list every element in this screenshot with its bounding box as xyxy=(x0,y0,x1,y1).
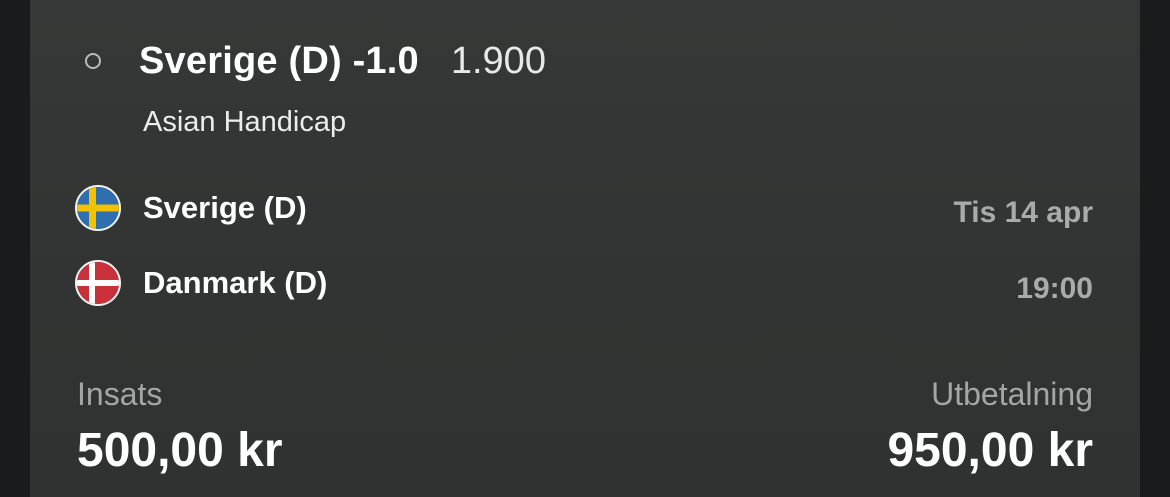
away-team-name: Danmark (D) xyxy=(143,265,328,300)
away-team-row: Danmark (D) xyxy=(75,260,327,306)
home-team-name: Sverige (D) xyxy=(143,190,307,225)
bet-selection: Sverige (D) -1.0 xyxy=(139,39,419,82)
sweden-flag-icon xyxy=(75,185,121,231)
bet-receipt-frame: Sverige (D) -1.0 1.900 Asian Handicap Sv… xyxy=(0,0,1170,497)
stake-label: Insats xyxy=(77,376,163,412)
denmark-flag-icon xyxy=(75,260,121,306)
payout-label: Utbetalning xyxy=(931,376,1093,412)
bet-selection-row: Sverige (D) -1.0 1.900 xyxy=(85,36,546,86)
match-time: 19:00 xyxy=(1016,272,1093,305)
stake-value: 500,00 kr xyxy=(77,424,283,477)
match-date: Tis 14 apr xyxy=(953,196,1093,229)
payout-value: 950,00 kr xyxy=(887,424,1093,477)
market-type: Asian Handicap xyxy=(143,106,347,138)
home-team-row: Sverige (D) xyxy=(75,185,307,231)
radio-indicator-icon xyxy=(85,53,101,69)
bet-odds: 1.900 xyxy=(450,39,546,82)
